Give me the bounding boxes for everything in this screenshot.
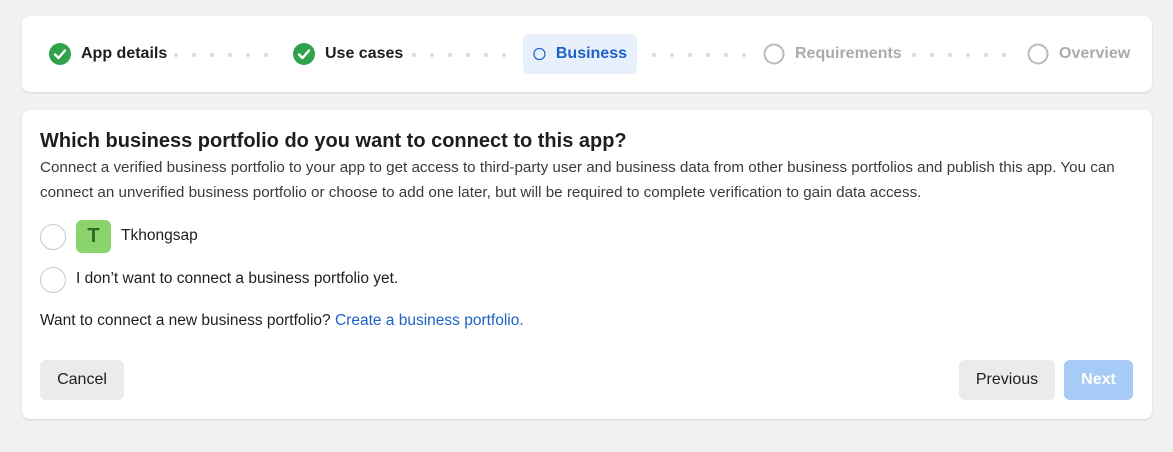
step-business[interactable]: Business bbox=[523, 34, 637, 74]
option-label-tkhongsap[interactable]: Tkhongsap bbox=[121, 227, 198, 245]
step-label: Requirements bbox=[795, 45, 902, 62]
previous-button[interactable]: Previous bbox=[959, 360, 1055, 400]
step-use-cases[interactable]: Use cases bbox=[283, 34, 413, 74]
radio-no-portfolio[interactable] bbox=[40, 267, 66, 293]
empty-step-circle-icon bbox=[763, 43, 785, 65]
connect-prompt: Want to connect a new business portfolio… bbox=[40, 312, 331, 329]
current-step-circle-icon bbox=[533, 47, 546, 61]
create-business-portfolio-link[interactable]: Create a business portfolio. bbox=[335, 312, 524, 329]
step-label: Business bbox=[555, 45, 627, 62]
check-circle-icon bbox=[49, 43, 71, 65]
connect-prompt-line: Want to connect a new business portfolio… bbox=[40, 312, 524, 330]
step-connector bbox=[174, 53, 284, 57]
check-circle-icon bbox=[293, 43, 315, 65]
stepper-card: App details Use cases Business Requireme… bbox=[22, 16, 1152, 92]
cancel-button[interactable]: Cancel bbox=[40, 360, 124, 400]
option-label-no-portfolio[interactable]: I don’t want to connect a business portf… bbox=[76, 270, 398, 288]
radio-tkhongsap[interactable] bbox=[40, 224, 66, 250]
step-label: App details bbox=[81, 45, 168, 62]
avatar: T bbox=[76, 220, 111, 253]
step-app-details[interactable]: App details bbox=[39, 34, 177, 74]
step-connector bbox=[412, 53, 522, 57]
empty-step-circle-icon bbox=[1027, 43, 1049, 65]
business-portfolio-card: Which business portfolio do you want to … bbox=[22, 110, 1152, 419]
step-requirements[interactable]: Requirements bbox=[753, 34, 912, 74]
page-description: Connect a verified business portfolio to… bbox=[40, 159, 1115, 201]
step-label: Use cases bbox=[325, 45, 404, 62]
step-connector bbox=[912, 53, 1022, 57]
next-button[interactable]: Next bbox=[1064, 360, 1133, 400]
step-connector bbox=[652, 53, 762, 57]
page-title: Which business portfolio do you want to … bbox=[40, 130, 627, 152]
step-label: Overview bbox=[1059, 45, 1131, 62]
step-overview[interactable]: Overview bbox=[1017, 34, 1140, 74]
